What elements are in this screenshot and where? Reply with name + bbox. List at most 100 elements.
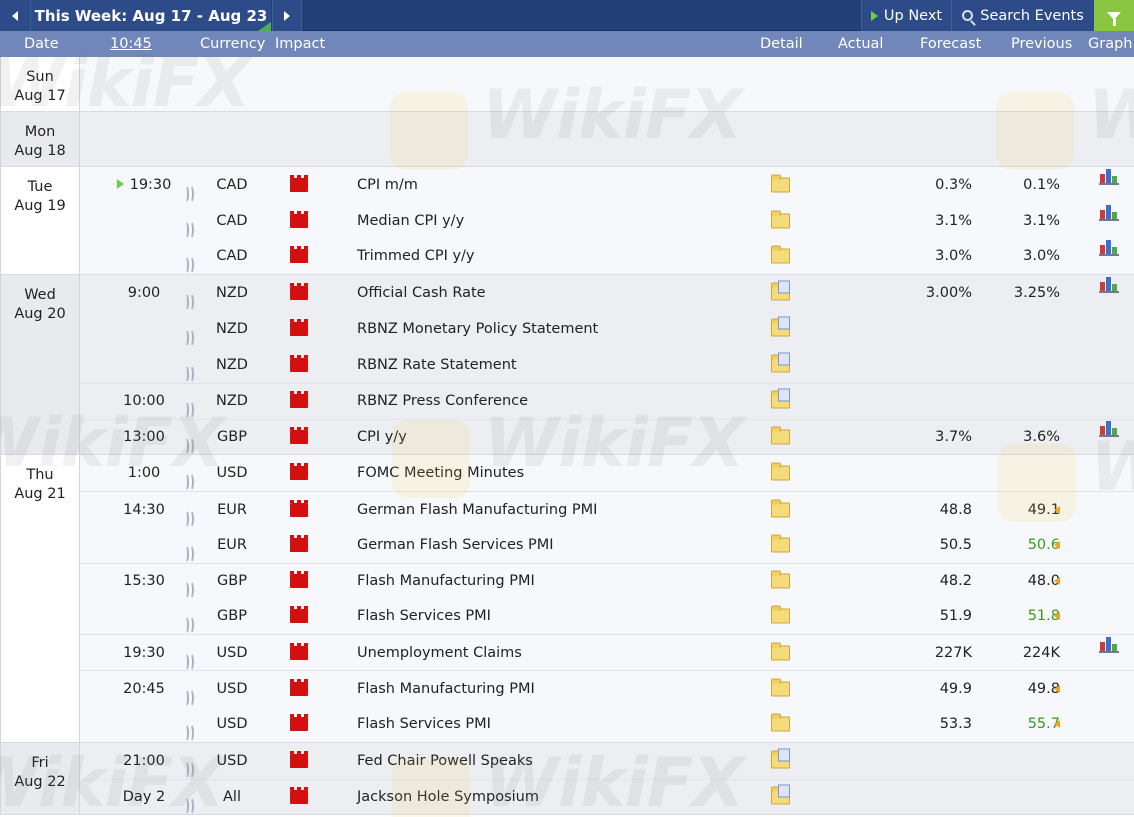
event-currency: EUR <box>217 536 247 553</box>
event-title[interactable]: German Flash Services PMI <box>357 537 554 553</box>
filter-button[interactable] <box>1094 0 1134 31</box>
detail-folder-icon[interactable] <box>771 280 790 301</box>
detail-folder-icon[interactable] <box>771 462 790 481</box>
event-row[interactable]: 1:00 USD FOMC Meeting Minutes <box>80 455 1134 491</box>
event-previous: 49.8 <box>1027 680 1060 697</box>
detail-folder-icon[interactable] <box>771 426 790 445</box>
event-previous: 3.6% <box>1023 428 1060 445</box>
up-next-label: Up Next <box>883 7 943 24</box>
day-weekday: Wed <box>24 287 56 304</box>
detail-folder-icon[interactable] <box>771 642 790 661</box>
day-weekday: Thu <box>26 467 54 484</box>
event-row[interactable]: USD Flash Services PMI 53.3 55.7 <box>80 706 1134 742</box>
event-row[interactable]: EUR German Flash Services PMI 50.5 50.6 <box>80 527 1134 563</box>
event-title[interactable]: Jackson Hole Symposium <box>357 789 539 805</box>
high-impact-icon <box>290 571 308 589</box>
event-row[interactable]: 19:30 USD Unemployment Claims 227K 224K <box>80 634 1134 670</box>
detail-folder-icon[interactable] <box>771 570 790 589</box>
event-currency: GBP <box>217 608 247 625</box>
day-label: Mon Aug 18 <box>0 112 80 166</box>
event-time: 10:00 <box>123 393 165 410</box>
day-group: Thu Aug 21 1:00 USD FOMC Meeting Minutes 14:3… <box>0 455 1134 743</box>
high-impact-icon <box>290 713 308 731</box>
event-title[interactable]: RBNZ Rate Statement <box>357 357 517 373</box>
detail-folder-icon[interactable] <box>771 678 790 697</box>
filter-icon <box>1107 11 1121 26</box>
detail-folder-icon[interactable] <box>771 174 790 193</box>
event-title[interactable]: Unemployment Claims <box>357 645 522 661</box>
event-title[interactable]: Trimmed CPI y/y <box>357 248 475 264</box>
event-title[interactable]: Flash Services PMI <box>357 608 491 624</box>
event-row[interactable]: 10:00 NZD RBNZ Press Conference <box>80 382 1134 419</box>
event-currency: GBP <box>217 428 247 445</box>
day-events <box>80 57 1134 111</box>
revised-arrow-icon <box>1054 719 1060 728</box>
detail-folder-icon[interactable] <box>771 499 790 518</box>
event-row[interactable]: 9:00 NZD Official Cash Rate 3.00% 3.25% <box>80 275 1134 311</box>
event-title[interactable]: FOMC Meeting Minutes <box>357 465 524 481</box>
event-title[interactable]: CPI y/y <box>357 429 407 445</box>
day-date: Aug 17 <box>14 88 66 104</box>
detail-folder-icon[interactable] <box>771 245 790 264</box>
event-row[interactable]: 15:30 GBP Flash Manufacturing PMI 48.2 48.0 <box>80 562 1134 599</box>
day-group: Mon Aug 18 <box>0 112 1134 167</box>
event-title[interactable]: RBNZ Monetary Policy Statement <box>357 321 598 337</box>
prev-week-button[interactable] <box>0 0 31 31</box>
high-impact-icon <box>290 678 308 696</box>
header-currency: Currency <box>200 36 266 52</box>
event-time: Day 2 <box>122 788 166 805</box>
event-forecast: 3.00% <box>925 285 972 302</box>
day-label: Thu Aug 21 <box>0 455 80 742</box>
event-title[interactable]: Flash Services PMI <box>357 716 491 732</box>
detail-folder-icon[interactable] <box>771 210 790 229</box>
event-row[interactable]: Day 2 All Jackson Hole Symposium <box>80 778 1134 815</box>
event-title[interactable]: Flash Manufacturing PMI <box>357 681 535 697</box>
event-title[interactable]: RBNZ Press Conference <box>357 393 528 409</box>
day-group: Fri Aug 22 21:00 USD Fed Chair Powell Speaks… <box>0 742 1134 816</box>
event-row[interactable]: 20:45 USD Flash Manufacturing PMI 49.9 49.8 <box>80 670 1134 706</box>
detail-folder-icon[interactable] <box>771 316 790 337</box>
next-week-button[interactable] <box>272 0 302 31</box>
event-row[interactable]: 19:30 CAD CPI m/m 0.3% 0.1% <box>80 167 1134 203</box>
detail-folder-icon[interactable] <box>771 748 790 769</box>
event-row[interactable]: 14:30 EUR German Flash Manufacturing PMI 48… <box>80 491 1134 527</box>
event-row[interactable]: CAD Trimmed CPI y/y 3.0% 3.0% <box>80 239 1134 275</box>
event-title[interactable]: CPI m/m <box>357 177 418 193</box>
event-row[interactable]: NZD RBNZ Monetary Policy Statement <box>80 311 1134 347</box>
week-toolbar: This Week: Aug 17 - Aug 23 Up Next Searc… <box>0 0 1134 31</box>
event-title[interactable]: German Flash Manufacturing PMI <box>357 502 597 518</box>
event-title[interactable]: Fed Chair Powell Speaks <box>357 753 533 769</box>
high-impact-icon <box>290 174 308 192</box>
event-forecast: 0.3% <box>935 176 972 193</box>
detail-folder-icon[interactable] <box>771 352 790 373</box>
week-label: This Week: Aug 17 - Aug 23 <box>34 6 268 25</box>
event-title[interactable]: Flash Manufacturing PMI <box>357 573 535 589</box>
day-group: Wed Aug 20 9:00 NZD Official Cash Rate 3.00% 3… <box>0 275 1134 456</box>
detail-folder-icon[interactable] <box>771 784 790 805</box>
event-currency: CAD <box>216 248 248 265</box>
search-events-button[interactable]: Search Events <box>951 0 1094 31</box>
event-title[interactable]: Median CPI y/y <box>357 213 464 229</box>
event-previous: 3.25% <box>1013 285 1060 302</box>
up-next-button[interactable]: Up Next <box>861 0 951 31</box>
event-time-cell: 19:30 <box>104 645 184 661</box>
week-selector[interactable]: This Week: Aug 17 - Aug 23 <box>31 0 271 31</box>
event-forecast: 53.3 <box>939 715 972 732</box>
event-title[interactable]: Official Cash Rate <box>357 285 486 301</box>
high-impact-icon <box>290 786 308 804</box>
event-row[interactable]: NZD RBNZ Rate Statement <box>80 347 1134 383</box>
event-time-cell: 21:00 <box>104 753 184 769</box>
event-row[interactable]: 21:00 USD Fed Chair Powell Speaks <box>80 743 1134 779</box>
empty-day-row <box>80 112 1134 166</box>
event-row[interactable]: GBP Flash Services PMI 51.9 51.8 <box>80 599 1134 635</box>
event-currency: All <box>223 788 241 805</box>
detail-folder-icon[interactable] <box>771 388 790 409</box>
day-weekday: Mon <box>24 124 56 140</box>
detail-folder-icon[interactable] <box>771 534 790 553</box>
event-row[interactable]: CAD Median CPI y/y 3.1% 3.1% <box>80 203 1134 239</box>
up-next-marker-icon <box>116 178 124 189</box>
event-row[interactable]: 13:00 GBP CPI y/y 3.7% 3.6% <box>80 418 1134 455</box>
detail-folder-icon[interactable] <box>771 713 790 732</box>
detail-folder-icon[interactable] <box>771 605 790 624</box>
header-current-time[interactable]: 10:45 <box>110 36 152 52</box>
